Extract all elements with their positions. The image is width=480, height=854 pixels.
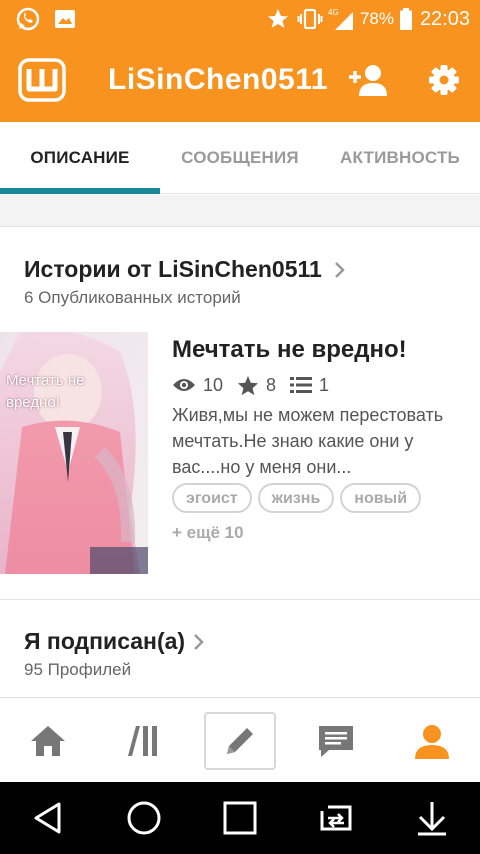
settings-gear-icon[interactable] [421, 58, 467, 102]
messages-icon[interactable] [288, 698, 384, 783]
follow-user-icon[interactable] [345, 58, 391, 102]
tag-chip[interactable]: эгоист [172, 483, 252, 513]
tag-chip[interactable]: жизнь [257, 483, 335, 513]
back-icon[interactable] [0, 782, 96, 854]
following-count: 95 Профилей [24, 660, 132, 679]
eye-icon [172, 377, 196, 393]
image-icon [50, 0, 80, 38]
story-stats: 10 8 1 [172, 372, 343, 398]
wattpad-logo-icon[interactable] [18, 58, 66, 102]
story-title[interactable]: Мечтать не вредно! [172, 336, 407, 364]
home-circle-icon[interactable] [96, 782, 192, 854]
switch-icon[interactable] [288, 782, 384, 854]
chevron-right-icon[interactable] [334, 261, 346, 279]
home-icon[interactable] [0, 698, 96, 783]
stories-section-title[interactable]: Истории от LiSinChen0511 [24, 256, 322, 283]
section-divider [0, 599, 480, 600]
clock: 22:03 [419, 8, 470, 30]
battery-percent: 78% [359, 9, 394, 28]
pencil-icon [223, 724, 257, 758]
tab-activity[interactable]: АКТИВНОСТЬ [320, 122, 480, 194]
parts-count: 1 [319, 374, 330, 395]
following-section-title[interactable]: Я подписан(а) [24, 628, 185, 655]
profile-tabs: ОПИСАНИЕ СООБЩЕНИЯ АКТИВНОСТЬ [0, 122, 480, 194]
tab-about[interactable]: ОПИСАНИЕ [0, 122, 160, 194]
star-icon [237, 375, 259, 396]
write-button[interactable] [192, 698, 288, 783]
stories-count: 6 Опубликованных историй [24, 288, 241, 307]
library-icon[interactable] [96, 698, 192, 783]
bottom-navigation [0, 697, 480, 782]
vibrate-icon [296, 0, 324, 38]
profile-username: LiSinChen0511 [108, 63, 328, 96]
votes-count: 8 [266, 374, 277, 395]
profile-icon[interactable] [384, 698, 480, 783]
battery-icon [396, 0, 416, 38]
star-icon [264, 0, 292, 38]
more-tags-link[interactable]: + ещё 10 [172, 523, 244, 543]
active-tab-indicator [0, 188, 160, 194]
signal-icon [330, 2, 358, 40]
app-toolbar: LiSinChen0511 [0, 38, 480, 122]
section-spacer [0, 195, 480, 227]
notification-pull-down-icon[interactable] [384, 782, 480, 854]
recents-icon[interactable] [192, 782, 288, 854]
tab-messages[interactable]: СООБЩЕНИЯ [160, 122, 320, 194]
chevron-right-icon[interactable] [193, 633, 205, 651]
cover-title-text: Мечтать не вредно! [6, 372, 85, 411]
story-description: Живя,мы не можем перестовать мечтать.Не … [172, 405, 444, 477]
status-bar: 4G 78% 22:03 [0, 0, 480, 38]
reads-count: 10 [203, 374, 224, 395]
story-cover[interactable]: Мечтать не вредно! [0, 332, 148, 574]
story-tags: эгоист жизнь новый [172, 483, 427, 513]
system-navigation-bar [0, 782, 480, 854]
tag-chip[interactable]: новый [340, 483, 422, 513]
list-icon [290, 376, 313, 394]
whatsapp-icon [12, 0, 44, 38]
